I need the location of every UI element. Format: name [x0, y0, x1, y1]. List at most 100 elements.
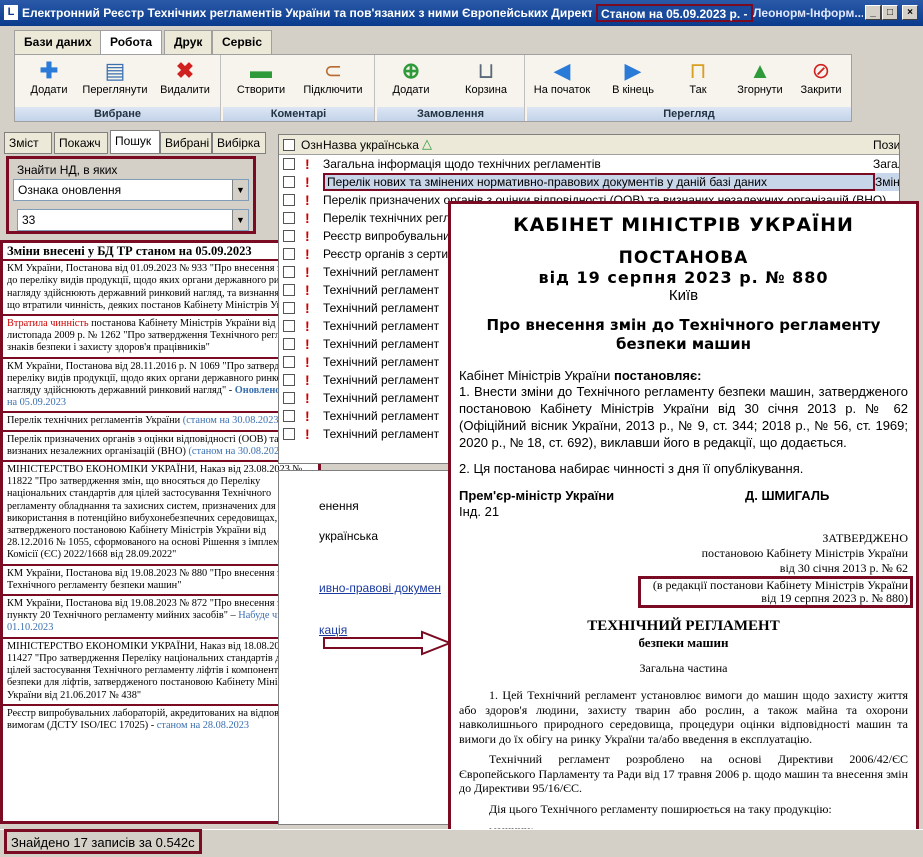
- go-end-button[interactable]: ▶ В кінець: [603, 57, 663, 103]
- app-icon: L: [4, 5, 18, 20]
- favorites-view-button[interactable]: ▤ Переглянути: [79, 57, 151, 103]
- group-orders: ⊕ Додати ⊔ Корзина Замовлення: [377, 55, 525, 121]
- doc-paragraph: 1. Внести зміни до Технічного регламенту…: [459, 384, 908, 450]
- change-item[interactable]: Перелік призначених органів з оцінки від…: [3, 432, 318, 463]
- change-item[interactable]: Реєстр випробувальних лабораторій, акред…: [3, 706, 318, 734]
- table-row[interactable]: ! Загальна інформація щодо технічних регл…: [279, 155, 899, 173]
- tab-work[interactable]: Робота: [100, 30, 163, 55]
- yes-button[interactable]: ⊓ Так: [673, 57, 723, 103]
- order-add-button[interactable]: ⊕ Додати: [381, 57, 441, 103]
- ribbon: ✚ Додати ▤ Переглянути ✖ Видалити Вибране ▬…: [14, 54, 852, 122]
- minimize-icon[interactable]: _: [865, 5, 881, 20]
- column-position[interactable]: Пози: [873, 138, 899, 152]
- row-checkbox[interactable]: [283, 230, 295, 242]
- detail-link[interactable]: ивно-правові докумен: [319, 581, 441, 595]
- row-checkbox[interactable]: [283, 428, 295, 440]
- window-title: Електронний Реєстр Технічних регламентів…: [22, 6, 592, 20]
- doc-city: Київ: [668, 287, 699, 304]
- column-name[interactable]: Назва українська: [323, 138, 419, 152]
- row-checkbox[interactable]: [283, 302, 295, 314]
- tab-index[interactable]: Покажч: [54, 132, 108, 154]
- cart-button[interactable]: ⊔ Корзина: [453, 57, 519, 103]
- filter-field-select[interactable]: Ознака оновлення ▼: [13, 179, 249, 201]
- important-icon: !: [305, 264, 310, 280]
- add-circle-icon: ⊕: [401, 58, 421, 83]
- change-item[interactable]: КМ України, Постанова від 19.08.2023 № 8…: [3, 596, 318, 639]
- table-row-selected[interactable]: ! Перелік нових та змінених нормативно-пр…: [279, 173, 899, 191]
- reg-part: Загальна частина: [639, 661, 728, 675]
- tab-selection[interactable]: Вибірка: [212, 132, 266, 154]
- row-checkbox[interactable]: [283, 410, 295, 422]
- change-item[interactable]: КМ України, Постанова від 01.09.2023 № 9…: [3, 261, 318, 317]
- important-icon: !: [305, 318, 310, 334]
- row-checkbox[interactable]: [283, 356, 295, 368]
- column-mark[interactable]: Озн: [301, 138, 322, 152]
- row-checkbox[interactable]: [283, 212, 295, 224]
- document-view-icon: ▤: [104, 58, 126, 83]
- important-icon: !: [305, 192, 310, 208]
- comment-create-button[interactable]: ▬ Створити: [229, 57, 293, 103]
- change-item[interactable]: Втратила чинність постанова Кабінету Мін…: [3, 316, 318, 359]
- row-checkbox[interactable]: [283, 338, 295, 350]
- change-item[interactable]: КМ України, Постанова від 28.11.2016 р. …: [3, 359, 318, 414]
- tab-search[interactable]: Пошук: [110, 130, 160, 154]
- group-favorites: ✚ Додати ▤ Переглянути ✖ Видалити Вибране: [15, 55, 221, 121]
- doc-approved-line: постановою Кабінету Міністрів України: [701, 546, 908, 560]
- close-icon[interactable]: ×: [902, 5, 918, 20]
- chevron-down-icon[interactable]: ▼: [232, 180, 248, 200]
- favorites-add-button[interactable]: ✚ Додати: [21, 57, 77, 103]
- row-checkbox[interactable]: [283, 320, 295, 332]
- important-icon: !: [305, 336, 310, 352]
- maximize-icon[interactable]: □: [882, 5, 898, 20]
- row-checkbox[interactable]: [283, 248, 295, 260]
- doc-approved-line: від 30 січня 2013 р. № 62: [779, 561, 908, 575]
- arrow-left-icon: ◀: [553, 58, 571, 83]
- reg-title: ТЕХНІЧНИЙ РЕГЛАМЕНТ: [587, 618, 780, 634]
- collapse-button[interactable]: ▲ Згорнути: [731, 57, 789, 103]
- chevron-down-icon[interactable]: ▼: [232, 210, 248, 230]
- row-checkbox[interactable]: [283, 374, 295, 386]
- select-all-checkbox[interactable]: [283, 139, 295, 151]
- change-item[interactable]: Перелік технічних регламентів України (с…: [3, 413, 318, 432]
- row-checkbox[interactable]: [283, 284, 295, 296]
- plus-icon: ✚: [39, 58, 59, 83]
- list-header: Озн Назва українська △ Пози: [279, 135, 899, 155]
- group-label-view: Перегляд: [527, 107, 851, 121]
- tab-favorites[interactable]: Вибрані: [160, 132, 212, 154]
- tab-databases[interactable]: Бази даних: [14, 30, 102, 54]
- document-viewer: КАБІНЕТ МІНІСТРІВ УКРАЇНИ ПОСТАНОВА від …: [448, 201, 919, 854]
- doc-date: від 19 серпня 2023 р. № 880: [538, 268, 829, 287]
- delete-icon: ✖: [175, 58, 195, 83]
- group-view: ◀ На початок ▶ В кінець ⊓ Так ▲ Згорнути ⊘ За…: [527, 55, 851, 121]
- change-item[interactable]: МІНІСТЕРСТВО ЕКОНОМІКИ УКРАЇНИ, Наказ ві…: [3, 462, 318, 566]
- row-checkbox[interactable]: [283, 392, 295, 404]
- comment-attach-button[interactable]: ⊂ Підключити: [297, 57, 369, 103]
- important-icon: !: [305, 282, 310, 298]
- favorites-delete-button[interactable]: ✖ Видалити: [155, 57, 215, 103]
- reg-paragraph: Технічний регламент розроблено на основі…: [459, 752, 908, 795]
- change-item[interactable]: МІНІСТЕРСТВО ЕКОНОМІКИ УКРАЇНИ, Наказ ві…: [3, 639, 318, 706]
- row-checkbox[interactable]: [283, 176, 295, 188]
- row-checkbox[interactable]: [283, 266, 295, 278]
- arrow-up-icon: ▲: [749, 58, 771, 83]
- row-checkbox[interactable]: [283, 194, 295, 206]
- change-item[interactable]: КМ України, Постанова від 19.08.2023 № 8…: [3, 566, 318, 597]
- important-icon: !: [305, 246, 310, 262]
- filter-label: Знайти НД, в яких: [17, 163, 118, 177]
- go-start-button[interactable]: ◀ На початок: [529, 57, 595, 103]
- company-name: Леонорм-Інформ...: [753, 6, 863, 20]
- close-button[interactable]: ⊘ Закрити: [793, 57, 849, 103]
- doc-index: Інд. 21: [459, 504, 500, 519]
- group-label-favorites: Вибране: [15, 107, 220, 121]
- important-icon: !: [305, 390, 310, 406]
- comment-icon: ▬: [250, 58, 272, 83]
- filter-value-select[interactable]: 33 ▼: [17, 209, 249, 231]
- arrow-right-icon: ▶: [624, 58, 642, 83]
- important-icon: !: [305, 156, 310, 172]
- tab-print[interactable]: Друк: [164, 30, 213, 54]
- row-checkbox[interactable]: [283, 158, 295, 170]
- tab-contents[interactable]: Зміст: [4, 132, 52, 154]
- doc-paragraph: 2. Ця постанова набирає чинності з дня ї…: [459, 461, 804, 476]
- tab-service[interactable]: Сервіс: [212, 30, 273, 54]
- changes-header: Зміни внесені у БД ТР станом на 05.09.20…: [3, 243, 318, 262]
